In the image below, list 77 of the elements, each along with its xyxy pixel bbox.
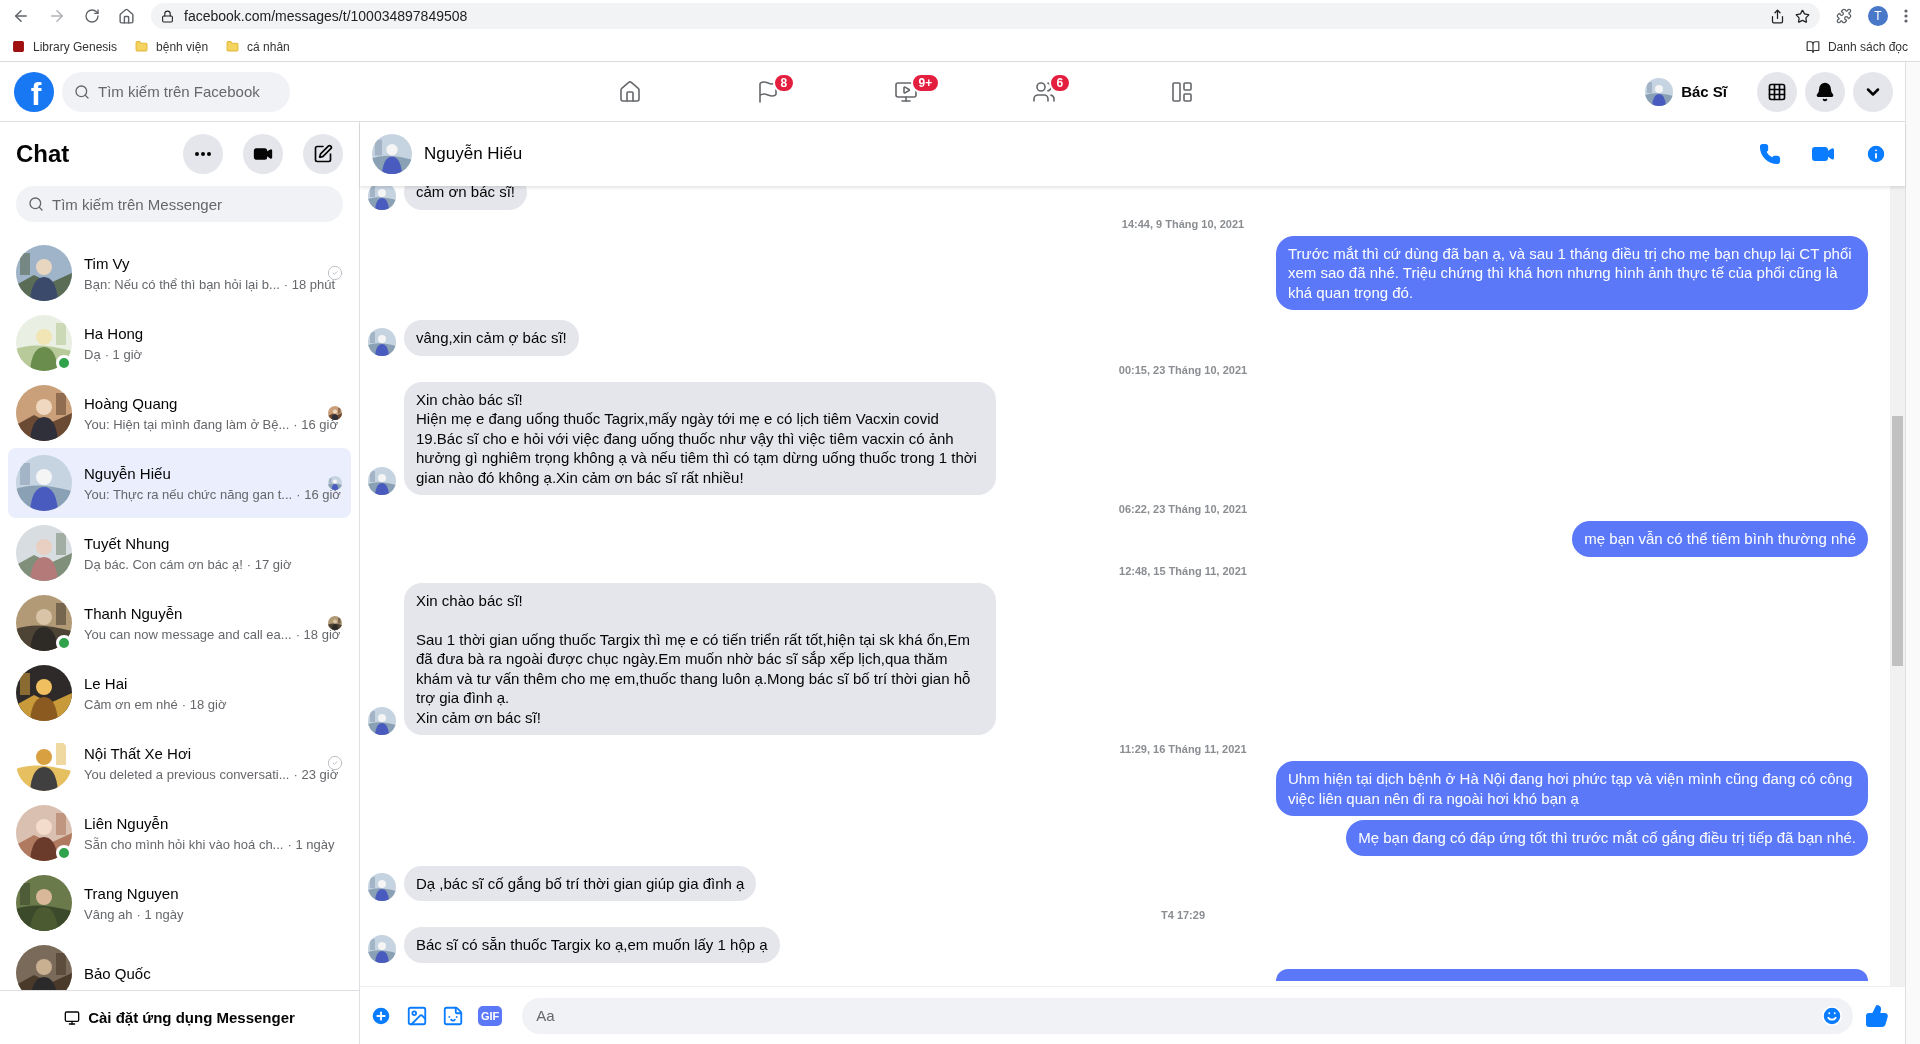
contact-name: Le Hai [84,674,129,692]
message-bubble: Xin chào bác sĩ! Hiện mẹ e đang uống thuốc Tagrix,mấy ngày tới mẹ e có lịch tiêm Vacxin covid 19.Bác sĩ cho e hỏi với việc đang uống thuốc như vậy thì việc tiêm vacxin có ảnh hưởng gì nghiêm trọng không ạ và nếu tiêm thì có tạm dừng uống thuốc trong 1 thời gian nào đó không ạ.Xin cảm ơn bác sĩ rất nhiều! [404,381,996,495]
contact-name: Trang Nguyen [84,884,180,902]
message-timestamp: 00:15, 23 Tháng 10, 2021 [1117,363,1249,376]
message-time: · 23 giờ [293,766,339,782]
message-timestamp: T4 17:29 [1160,909,1206,921]
message-time: · 1 giờ [104,346,143,362]
profile-button[interactable]: T [1868,6,1888,26]
url-text: facebook.com/messages/t/100034897849508 [184,8,469,24]
message-time: · 1 ngày [136,906,184,922]
message-timestamp: 06:22, 23 Tháng 10, 2021 [1117,503,1249,515]
message-bubble: mẹ bạn vẫn có thể tiêm bình thường nhé [1572,521,1868,557]
gif-button[interactable]: GIF [476,1003,505,1028]
message-preview: You deleted a previous conversati... [84,766,290,782]
message-bubble: Bác sĩ có sẵn thuốc Targix ko ạ,em muốn lấy 1 hộp ạ [404,927,780,963]
message-preview: You: Thực ra nếu chức năng gan t... [84,486,293,502]
message-time: · 16 giờ [293,416,338,432]
message-preview: Dạ bác. Con cám ơn bác ạ! [84,556,243,572]
message-time: · 1 ngày [287,836,335,852]
conversation-item[interactable]: Thanh Nguyễn You can now message and call ea... · 18 giờ [8,588,351,658]
reading-list-link[interactable]: Danh sách đọc [1805,39,1908,54]
message-preview: You can now message and call ea... [84,626,292,642]
profile-button[interactable]: Bác Sĩ [1641,73,1735,110]
bookmark-link[interactable]: bệnh viện [135,39,209,54]
nav-tab[interactable]: 8 [712,63,823,120]
facebook-logo[interactable]: f [14,71,54,112]
message-preview: Cảm ơn em nhé [84,696,178,712]
message-bubble: Uhm hiện tại dịch bệnh ở Hà Nội đang hơi phức tạp và viện mình cũng đang có công việc liên quan nên đi ra ngoài hơi khó bạn ạ [1276,761,1868,816]
message-preview: Vâng ah [84,906,133,922]
nav-tab[interactable]: 6 [988,63,1099,120]
chat-title: Chat [16,140,71,168]
conversation-item[interactable]: Trang Nguyen Vâng ah · 1 ngày [8,868,351,938]
message-time: · 17 giờ [246,556,292,572]
conversation-item[interactable]: Tim Vy Bạn: Nếu có thể thì bạn hỏi lại b... · 18 phút [8,238,351,308]
bookmark-link[interactable]: cá nhân [226,39,290,54]
message-bubble: Mẹ bạn đang có đáp ứng tốt thì trước mắt cố gắng điều trị tiếp đã bạn nhé. [1346,820,1868,856]
message-bubble: vâng,xin cảm ợ bác sĩ! [404,320,579,356]
contact-name: Nguyễn Hiếu [84,464,172,482]
message-bubble: Trước mắt thì cứ dùng đã bạn ạ, và sau 1 tháng điều trị cho mẹ bạn chụp lại CT phổi xem sao đã nhé. Triệu chứng thì khá hơn nhưng hình ảnh thực tế của phổi cũng là khá quan trọng đó. [1276,235,1868,310]
notification-badge: 8 [772,72,796,93]
contact-name: Nội Thất Xe Hơi [84,744,193,762]
message-preview: Dạ [84,346,101,362]
contact-name: Tuyết Nhung [84,534,171,552]
notification-badge: 6 [1048,72,1072,93]
contact-name: Thanh Nguyễn [84,604,184,622]
message-preview: Sẵn cho mình hỏi khi vào hoá ch... [84,836,284,852]
notification-badge: 9+ [910,72,941,93]
message-time: · 18 giờ [295,626,341,642]
contact-name: Hoàng Quang [84,394,179,412]
conversation-item[interactable]: Nguyễn Hiếu You: Thực ra nếu chức năng gan t... · 16 giờ [8,448,351,518]
message-time: · 16 giờ [296,486,341,502]
message-timestamp: 12:48, 15 Tháng 11, 2021 [1118,564,1248,577]
conversation-item[interactable]: Ha Hong Dạ · 1 giờ [8,308,351,378]
message-preview: Bạn: Nếu có thể thì bạn hỏi lại b... [84,276,280,292]
search-field[interactable]: Tìm kiếm trên Messenger [16,186,343,222]
chat-contact-name: Nguyễn Hiếu [424,144,524,164]
message-preview: You: Hiện tại mình đang làm ở Bệ... [84,416,290,432]
message-timestamp: 14:44, 9 Tháng 10, 2021 [1120,217,1246,230]
contact-name: Liên Nguyễn [84,814,170,832]
message-bubble: Xin chào bác sĩ! Sau 1 thời gian uống thuốc Targix thì mẹ e có tiến triển rất tốt,hiện tại sk khá ổn,Em đã đưa bà ra ngoài được chục ngày.Em muốn nhờ bác sĩ sắp xếp lịch,qua thăm khám và tư vấn thêm cho mẹ em,thuốc thang luôn ạ.Mong bác sĩ bố trí thời gian hỗ trợ gia đình ạ. Xin cảm ơn bác sĩ! [404,582,996,735]
message-time: · 18 phút [283,276,336,292]
search-field[interactable]: Tìm kiếm trên Facebook [62,71,290,112]
conversation-item[interactable]: Nội Thất Xe Hơi You deleted a previous conversati... · 23 giờ [8,728,351,798]
nav-tab[interactable]: 9+ [850,63,961,120]
contact-name: Tim Vy [84,254,131,272]
bookmark-link[interactable]: Library Genesis [12,39,118,54]
address-bar[interactable]: facebook.com/messages/t/100034897849508 [151,3,1820,29]
conversation-item[interactable]: Hoàng Quang You: Hiện tại mình đang làm ở Bệ... · 16 giờ [8,378,351,448]
contact-name: Bảo Quốc [84,964,152,982]
conversation-item[interactable]: Liên Nguyễn Sẵn cho mình hỏi khi vào hoá ch... · 1 ngày [8,798,351,868]
message-bubble: Dạ ,bác sĩ cố gắng bố trí thời gian giúp gia đình ạ [404,865,757,901]
message-field[interactable]: Aa [522,997,1853,1034]
contact-name: Ha Hong [84,324,145,342]
message-time: · 18 giờ [181,696,227,712]
conversation-item[interactable]: Tuyết Nhung Dạ bác. Con cám ơn bác ạ! · 17 giờ [8,518,351,588]
message-timestamp: 11:29, 16 Tháng 11, 2021 [1118,743,1248,755]
conversation-item[interactable]: Le Hai Cảm ơn em nhé · 18 giờ [8,658,351,728]
